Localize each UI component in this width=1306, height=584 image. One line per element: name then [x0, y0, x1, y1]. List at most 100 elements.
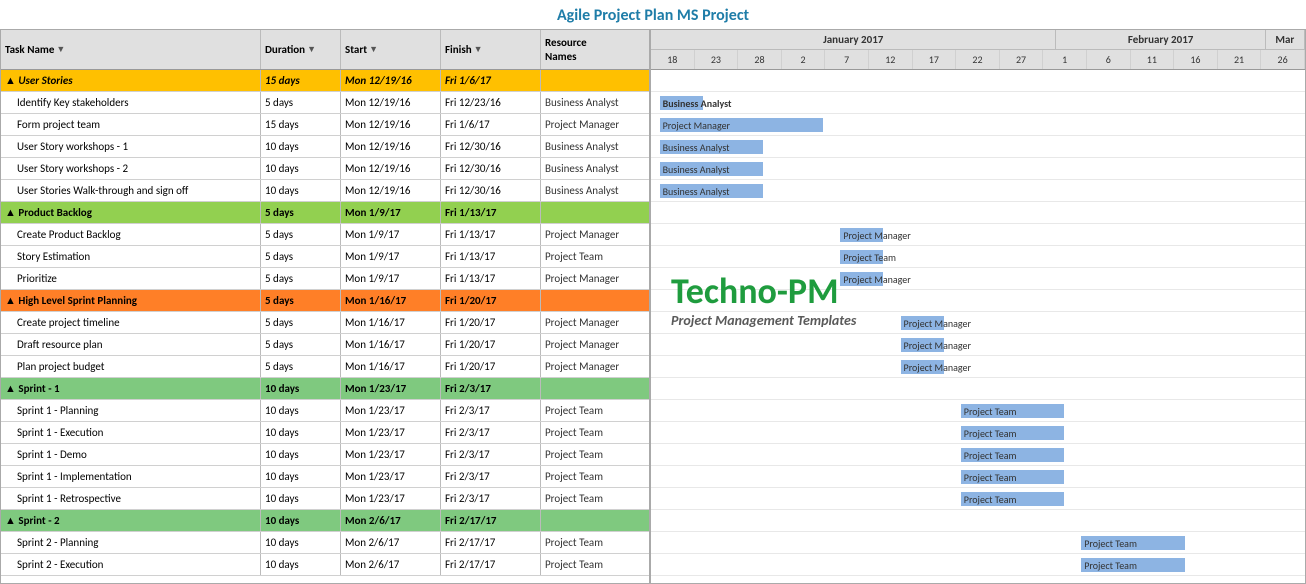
gantt-day: 27	[1000, 50, 1044, 69]
resource-cell: Project Team	[541, 444, 649, 465]
finish-cell: Fri 1/20/17	[441, 290, 541, 311]
table-row[interactable]: ▲ Sprint - 210 daysMon 2/6/17Fri 2/17/17	[1, 510, 649, 532]
main-container: Task Name ▼ Duration ▼ Start ▼ Finish ▼ …	[0, 29, 1306, 584]
start-cell: Mon 2/6/17	[341, 510, 441, 531]
gantt-bar: Business Analyst	[660, 96, 703, 110]
finish-cell: Fri 1/13/17	[441, 224, 541, 245]
finish-cell: Fri 2/17/17	[441, 532, 541, 553]
duration-cell: 5 days	[261, 246, 341, 267]
finish-cell: Fri 2/3/17	[441, 488, 541, 509]
resource-cell: Project Manager	[541, 224, 649, 245]
gantt-bar: Project Team	[961, 470, 1064, 484]
col-header-start[interactable]: Start ▼	[341, 30, 441, 69]
gantt-bar: Business Analyst	[660, 140, 763, 154]
gantt-bar: Project Team	[840, 250, 883, 264]
table-row[interactable]: Sprint 1 - Implementation10 daysMon 1/23…	[1, 466, 649, 488]
start-cell: Mon 1/16/17	[341, 290, 441, 311]
gantt-day: 23	[695, 50, 739, 69]
resource-cell: Project Team	[541, 554, 649, 575]
duration-cell: 10 days	[261, 400, 341, 421]
resource-cell	[541, 378, 649, 399]
table-row[interactable]: User Story workshops - 210 daysMon 12/19…	[1, 158, 649, 180]
task-cell: Sprint 1 - Demo	[1, 444, 261, 465]
gantt-body[interactable]: Business Analyst Project Manager Business …	[651, 70, 1305, 583]
table-row[interactable]: Form project team15 daysMon 12/19/16Fri …	[1, 114, 649, 136]
duration-cell: 10 days	[261, 378, 341, 399]
finish-cell: Fri 2/3/17	[441, 422, 541, 443]
table-body[interactable]: ▲ User Stories15 daysMon 12/19/16Fri 1/6…	[1, 70, 649, 583]
table-row[interactable]: Prioritize5 daysMon 1/9/17Fri 1/13/17Pro…	[1, 268, 649, 290]
resource-cell: Project Team	[541, 422, 649, 443]
table-row[interactable]: ▲ User Stories15 daysMon 12/19/16Fri 1/6…	[1, 70, 649, 92]
table-row[interactable]: Plan project budget5 daysMon 1/16/17Fri …	[1, 356, 649, 378]
gantt-row: Business Analyst	[651, 158, 1305, 180]
col-header-finish[interactable]: Finish ▼	[441, 30, 541, 69]
table-row[interactable]: Sprint 2 - Execution10 daysMon 2/6/17Fri…	[1, 554, 649, 576]
col-header-duration[interactable]: Duration ▼	[261, 30, 341, 69]
gantt-day: 22	[956, 50, 1000, 69]
table-row[interactable]: User Story workshops - 110 daysMon 12/19…	[1, 136, 649, 158]
table-row[interactable]: ▲ Product Backlog5 daysMon 1/9/17Fri 1/1…	[1, 202, 649, 224]
resource-cell: Project Manager	[541, 356, 649, 377]
task-cell: Sprint 1 - Planning	[1, 400, 261, 421]
duration-cell: 10 days	[261, 136, 341, 157]
task-cell: Sprint 1 - Execution	[1, 422, 261, 443]
start-cell: Mon 1/16/17	[341, 312, 441, 333]
resource-cell: Project Team	[541, 466, 649, 487]
duration-cell: 5 days	[261, 224, 341, 245]
table-row[interactable]: ▲ Sprint - 110 daysMon 1/23/17Fri 2/3/17	[1, 378, 649, 400]
gantt-row: Project Manager	[651, 114, 1305, 136]
gantt-row: Project Team	[651, 532, 1305, 554]
resource-cell: Project Team	[541, 246, 649, 267]
duration-cell: 5 days	[261, 312, 341, 333]
gantt-bar: Project Manager	[840, 228, 883, 242]
duration-cell: 10 days	[261, 488, 341, 509]
gantt-row: Project Manager	[651, 334, 1305, 356]
resource-cell: Project Manager	[541, 268, 649, 289]
start-cell: Mon 1/23/17	[341, 400, 441, 421]
table-row[interactable]: Story Estimation5 daysMon 1/9/17Fri 1/13…	[1, 246, 649, 268]
duration-cell: 5 days	[261, 92, 341, 113]
table-row[interactable]: Sprint 1 - Demo10 daysMon 1/23/17Fri 2/3…	[1, 444, 649, 466]
task-cell: Create project timeline	[1, 312, 261, 333]
resource-cell: Business Analyst	[541, 92, 649, 113]
task-cell: ▲ Sprint - 1	[1, 378, 261, 399]
duration-cell: 5 days	[261, 290, 341, 311]
table-row[interactable]: User Stories Walk-through and sign off10…	[1, 180, 649, 202]
table-row[interactable]: Draft resource plan5 daysMon 1/16/17Fri …	[1, 334, 649, 356]
task-cell: Story Estimation	[1, 246, 261, 267]
gantt-row: Business Analyst	[651, 180, 1305, 202]
task-cell: User Stories Walk-through and sign off	[1, 180, 261, 201]
finish-cell: Fri 1/13/17	[441, 202, 541, 223]
finish-cell: Fri 12/30/16	[441, 136, 541, 157]
gantt-months: January 2017 February 2017 Mar	[651, 30, 1305, 50]
start-cell: Mon 1/23/17	[341, 444, 441, 465]
finish-cell: Fri 2/3/17	[441, 466, 541, 487]
duration-cell: 5 days	[261, 202, 341, 223]
gantt-day: 26	[1261, 50, 1305, 69]
table-row[interactable]: Sprint 1 - Execution10 daysMon 1/23/17Fr…	[1, 422, 649, 444]
resource-cell	[541, 202, 649, 223]
table-row[interactable]: Sprint 1 - Planning10 daysMon 1/23/17Fri…	[1, 400, 649, 422]
resource-cell	[541, 290, 649, 311]
table-row[interactable]: ▲ High Level Sprint Planning5 daysMon 1/…	[1, 290, 649, 312]
col-header-task[interactable]: Task Name ▼	[1, 30, 261, 69]
duration-cell: 10 days	[261, 444, 341, 465]
gantt-day: 1	[1043, 50, 1087, 69]
resource-cell: Project Team	[541, 532, 649, 553]
table-row[interactable]: Identify Key stakeholders5 daysMon 12/19…	[1, 92, 649, 114]
resource-cell: Business Analyst	[541, 136, 649, 157]
table-row[interactable]: Sprint 2 - Planning10 daysMon 2/6/17Fri …	[1, 532, 649, 554]
finish-cell: Fri 1/6/17	[441, 114, 541, 135]
duration-cell: 5 days	[261, 356, 341, 377]
start-cell: Mon 12/19/16	[341, 92, 441, 113]
table-row[interactable]: Create project timeline5 daysMon 1/16/17…	[1, 312, 649, 334]
finish-cell: Fri 12/23/16	[441, 92, 541, 113]
gantt-bar: Project Team	[961, 404, 1064, 418]
table-row[interactable]: Create Product Backlog5 daysMon 1/9/17Fr…	[1, 224, 649, 246]
table-row[interactable]: Sprint 1 - Retrospective10 daysMon 1/23/…	[1, 488, 649, 510]
gantt-bar: Project Team	[1081, 558, 1184, 572]
gantt-row	[651, 378, 1305, 400]
gantt-bar: Project Team	[961, 492, 1064, 506]
resource-cell: Business Analyst	[541, 158, 649, 179]
